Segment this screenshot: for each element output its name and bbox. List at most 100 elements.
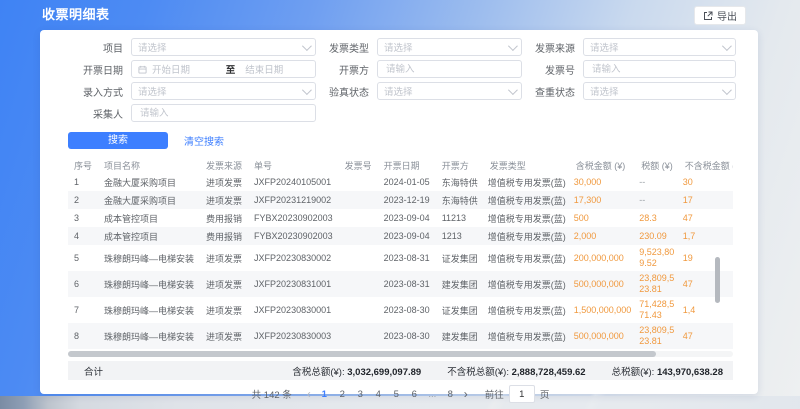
- collector-input[interactable]: [138, 107, 309, 120]
- cell-date: 2024-01-05: [378, 173, 436, 191]
- cell-date: 2023-08-30: [378, 323, 436, 349]
- cell-date: 2023-08-30: [378, 297, 436, 323]
- goto-unit: 页: [540, 387, 550, 401]
- cell-source: 进项发票: [200, 173, 248, 191]
- filter-actions: 搜索 清空搜索: [68, 132, 733, 149]
- cell-amount_excl: 17: [679, 191, 733, 209]
- vertical-scrollbar-thumb[interactable]: [715, 257, 720, 303]
- invoice-no-input[interactable]: [590, 63, 729, 76]
- page-number-4[interactable]: 4: [372, 389, 385, 400]
- cell-project: 珠穆朗玛峰—电梯安装: [98, 271, 200, 297]
- cell-amount_incl: 17,300: [570, 191, 636, 209]
- recheck-status-select[interactable]: 请选择: [583, 82, 736, 100]
- invoice-date-range-picker[interactable]: 开始日期 至 结束日期: [131, 60, 316, 78]
- cell-order_no: JXFP20230830002: [248, 245, 339, 271]
- pagination: 共 142 条 ‹ 123456...8 › 前往 页: [68, 383, 733, 405]
- cell-amount_incl: 200,000,000: [570, 245, 636, 271]
- cell-tax: 28.3: [635, 209, 679, 227]
- cell-source: 进项发票: [200, 191, 248, 209]
- entry-method-select[interactable]: 请选择: [131, 82, 316, 100]
- cell-tax: 71,428,571.43: [635, 297, 679, 323]
- cell-order_no: JXFP20230830003: [248, 323, 339, 349]
- cell-order_no: JXFP20231219002: [248, 191, 339, 209]
- table-row[interactable]: 2金融大厦采购项目进项发票JXFP202312190022023-12-19东海…: [68, 191, 733, 209]
- project-select[interactable]: 请选择: [131, 38, 316, 56]
- filter-entry-method: 录入方式 请选择: [68, 82, 316, 100]
- top-bar: 收票明细表 导出: [0, 0, 800, 30]
- filter-recheck-status: 查重状态 请选择: [530, 82, 736, 100]
- cell-issuer: 证发集团: [436, 297, 484, 323]
- project-select-placeholder: 请选择: [138, 40, 302, 54]
- filter-invoice-date-label: 开票日期: [68, 62, 131, 77]
- next-page-arrow-icon[interactable]: ›: [462, 388, 470, 400]
- goto-page: 前往 页: [485, 385, 550, 403]
- date-separator: 至: [226, 62, 236, 76]
- cell-issuer: 建发集团: [436, 323, 484, 349]
- cell-project: 金融大厦采购项目: [98, 191, 200, 209]
- cell-issuer: 东海特供: [436, 191, 484, 209]
- page-number-1[interactable]: 1: [318, 389, 331, 400]
- page-number-6[interactable]: 6: [408, 389, 421, 400]
- cell-invoice_no: [339, 297, 378, 323]
- total-incl-tax-value: 3,032,699,097.89: [347, 367, 421, 378]
- issuer-input[interactable]: [384, 63, 515, 76]
- filter-form: 项目 请选择 发票类型 请选择 发票来源 请选择: [68, 38, 733, 126]
- invoice-source-select[interactable]: 请选择: [583, 38, 736, 56]
- cell-seq: 2: [68, 191, 98, 209]
- page-number-3[interactable]: 3: [354, 389, 367, 400]
- cell-issuer: 1213: [436, 227, 484, 245]
- filter-verify-status-label: 验真状态: [324, 84, 377, 99]
- cell-type: 增值税专用发票(蓝): [484, 323, 570, 349]
- search-button[interactable]: 搜索: [68, 132, 168, 149]
- cell-invoice_no: [339, 209, 378, 227]
- table-row[interactable]: 7珠穆朗玛峰—电梯安装进项发票JXFP202308300012023-08-30…: [68, 297, 733, 323]
- cell-tax: 9,523,809.52: [635, 245, 679, 271]
- date-start-placeholder: 开始日期: [152, 62, 216, 76]
- cell-amount_excl: 19: [679, 245, 733, 271]
- cell-amount_excl: 1,7: [679, 227, 733, 245]
- cell-tax: 23,809,523.81: [635, 323, 679, 349]
- cell-order_no: JXFP20230830001: [248, 297, 339, 323]
- cell-source: 进项发票: [200, 245, 248, 271]
- cell-tax: --: [635, 191, 679, 209]
- totals-label: 合计: [84, 364, 103, 378]
- table-row[interactable]: 4成本管控项目费用报销FYBX202309020032023-09-041213…: [68, 227, 733, 245]
- cell-order_no: FYBX20230902003: [248, 227, 339, 245]
- cell-date: 2023-08-31: [378, 245, 436, 271]
- col-header-date: 开票日期: [378, 157, 436, 173]
- table-row[interactable]: 8珠穆朗玛峰—电梯安装进项发票JXFP202308300032023-08-30…: [68, 323, 733, 349]
- cell-amount_excl: 47: [679, 271, 733, 297]
- clear-search-link[interactable]: 清空搜索: [184, 133, 224, 148]
- cell-order_no: FYBX20230902003: [248, 209, 339, 227]
- cell-invoice_no: [339, 227, 378, 245]
- table-row[interactable]: 5珠穆朗玛峰—电梯安装进项发票JXFP202308300022023-08-31…: [68, 245, 733, 271]
- horizontal-scrollbar-thumb[interactable]: [68, 351, 656, 357]
- cell-type: 增值税专用发票(蓝): [484, 209, 570, 227]
- verify-status-select[interactable]: 请选择: [377, 82, 522, 100]
- cell-seq: 8: [68, 323, 98, 349]
- filter-invoice-type: 发票类型 请选择: [324, 38, 522, 56]
- cell-seq: 4: [68, 227, 98, 245]
- cell-invoice_no: [339, 173, 378, 191]
- table-row[interactable]: 1金融大厦采购项目进项发票JXFP202401050012024-01-05东海…: [68, 173, 733, 191]
- table-row[interactable]: 3成本管控项目费用报销FYBX202309020032023-09-041121…: [68, 209, 733, 227]
- filter-project-label: 项目: [68, 40, 131, 55]
- cell-source: 进项发票: [200, 297, 248, 323]
- export-button[interactable]: 导出: [694, 6, 746, 25]
- col-header-project: 项目名称: [98, 157, 200, 173]
- page-number-2[interactable]: 2: [336, 389, 349, 400]
- cell-amount_excl: 47: [679, 209, 733, 227]
- page-number-5[interactable]: 5: [390, 389, 403, 400]
- table-row[interactable]: 6珠穆朗玛峰—电梯安装进项发票JXFP202308310012023-08-31…: [68, 271, 733, 297]
- cell-tax: 230.09: [635, 227, 679, 245]
- cell-project: 珠穆朗玛峰—电梯安装: [98, 323, 200, 349]
- prev-page-arrow-icon[interactable]: ‹: [305, 388, 313, 400]
- cell-issuer: 11213: [436, 209, 484, 227]
- export-button-label: 导出: [717, 8, 737, 23]
- goto-page-input[interactable]: [509, 385, 535, 403]
- invoice-no-input-wrap: [583, 60, 736, 78]
- invoice-type-select[interactable]: 请选择: [377, 38, 522, 56]
- page-number-8[interactable]: 8: [444, 389, 457, 400]
- table-header-row: 序号项目名称发票来源单号发票号开票日期开票方发票类型含税金额 (¥)税额 (¥)…: [68, 157, 733, 173]
- total-tax-value: 143,970,638.28: [657, 367, 723, 378]
